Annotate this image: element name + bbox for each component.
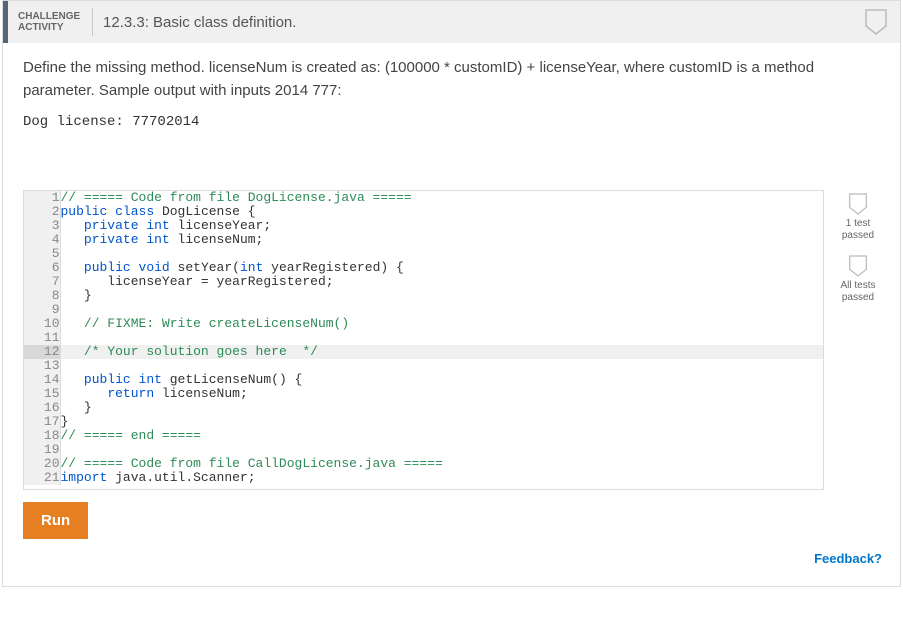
code-content[interactable]: public int getLicenseNum() { bbox=[60, 373, 823, 387]
status-column: 1 test passed All tests passed bbox=[824, 190, 884, 316]
line-number: 20 bbox=[24, 457, 60, 471]
activity-title: 12.3.3: Basic class definition. bbox=[103, 14, 864, 31]
activity-card: CHALLENGE ACTIVITY 12.3.3: Basic class d… bbox=[2, 0, 901, 587]
line-number: 3 bbox=[24, 219, 60, 233]
header-divider bbox=[92, 8, 93, 36]
all-tests-status: All tests passed bbox=[832, 254, 884, 304]
sample-output: Dog license: 77702014 bbox=[23, 114, 880, 130]
line-number: 6 bbox=[24, 261, 60, 275]
code-editor[interactable]: 1// ===== Code from file DogLicense.java… bbox=[23, 190, 824, 490]
line-number: 12 bbox=[24, 345, 60, 359]
code-line[interactable]: 19 bbox=[24, 443, 823, 457]
code-content[interactable]: import java.util.Scanner; bbox=[60, 471, 823, 485]
activity-type-line1: CHALLENGE bbox=[18, 11, 80, 22]
header-shield-icon bbox=[864, 8, 888, 36]
line-number: 9 bbox=[24, 303, 60, 317]
one-test-label: 1 test passed bbox=[832, 218, 884, 242]
activity-type-label: CHALLENGE ACTIVITY bbox=[18, 11, 88, 33]
code-line[interactable]: 15 return licenseNum; bbox=[24, 387, 823, 401]
all-tests-label: All tests passed bbox=[832, 280, 884, 304]
line-number: 11 bbox=[24, 331, 60, 345]
shield-icon bbox=[848, 254, 868, 278]
line-number: 16 bbox=[24, 401, 60, 415]
horizontal-scrollbar[interactable] bbox=[0, 587, 903, 602]
code-content[interactable]: /* Your solution goes here */ bbox=[60, 345, 823, 359]
one-test-status: 1 test passed bbox=[832, 192, 884, 242]
code-line[interactable]: 16 } bbox=[24, 401, 823, 415]
line-number: 4 bbox=[24, 233, 60, 247]
code-line[interactable]: 10 // FIXME: Write createLicenseNum() bbox=[24, 317, 823, 331]
shield-icon bbox=[848, 192, 868, 216]
line-number: 10 bbox=[24, 317, 60, 331]
line-number: 7 bbox=[24, 275, 60, 289]
code-line[interactable]: 17} bbox=[24, 415, 823, 429]
code-line[interactable]: 8 } bbox=[24, 289, 823, 303]
code-content[interactable] bbox=[60, 443, 823, 457]
code-content[interactable]: public class DogLicense { bbox=[60, 205, 823, 219]
code-line[interactable]: 11 bbox=[24, 331, 823, 345]
code-line[interactable]: 3 private int licenseYear; bbox=[24, 219, 823, 233]
code-line[interactable]: 13 bbox=[24, 359, 823, 373]
code-line[interactable]: 7 licenseYear = yearRegistered; bbox=[24, 275, 823, 289]
activity-header: CHALLENGE ACTIVITY 12.3.3: Basic class d… bbox=[3, 1, 900, 43]
code-line[interactable]: 20// ===== Code from file CallDogLicense… bbox=[24, 457, 823, 471]
activity-viewport: CHALLENGE ACTIVITY 12.3.3: Basic class d… bbox=[0, 0, 903, 640]
code-line[interactable]: 14 public int getLicenseNum() { bbox=[24, 373, 823, 387]
activity-type-line2: ACTIVITY bbox=[18, 22, 64, 33]
code-content[interactable]: // ===== Code from file DogLicense.java … bbox=[60, 191, 823, 205]
code-content[interactable]: public void setYear(int yearRegistered) … bbox=[60, 261, 823, 275]
code-line[interactable]: 21import java.util.Scanner; bbox=[24, 471, 823, 485]
line-number: 21 bbox=[24, 471, 60, 485]
line-number: 13 bbox=[24, 359, 60, 373]
code-content[interactable]: } bbox=[60, 289, 823, 303]
line-number: 5 bbox=[24, 247, 60, 261]
code-editor-scroll[interactable]: 1// ===== Code from file DogLicense.java… bbox=[24, 191, 823, 489]
code-line[interactable]: 2public class DogLicense { bbox=[24, 205, 823, 219]
run-button[interactable]: Run bbox=[23, 502, 88, 539]
line-number: 2 bbox=[24, 205, 60, 219]
line-number: 14 bbox=[24, 373, 60, 387]
code-content[interactable]: } bbox=[60, 401, 823, 415]
code-content[interactable] bbox=[60, 303, 823, 317]
code-line[interactable]: 1// ===== Code from file DogLicense.java… bbox=[24, 191, 823, 205]
problem-description: Define the missing method. licenseNum is… bbox=[23, 57, 880, 102]
line-number: 18 bbox=[24, 429, 60, 443]
code-content[interactable]: } bbox=[60, 415, 823, 429]
line-number: 1 bbox=[24, 191, 60, 205]
problem-area: Define the missing method. licenseNum is… bbox=[3, 43, 900, 190]
controls-row: Run bbox=[3, 490, 900, 539]
feedback-link[interactable]: Feedback? bbox=[3, 539, 900, 570]
code-line[interactable]: 12 /* Your solution goes here */ bbox=[24, 345, 823, 359]
line-number: 15 bbox=[24, 387, 60, 401]
line-number: 19 bbox=[24, 443, 60, 457]
code-content[interactable]: private int licenseNum; bbox=[60, 233, 823, 247]
code-content[interactable] bbox=[60, 331, 823, 345]
code-line[interactable]: 18// ===== end ===== bbox=[24, 429, 823, 443]
code-content[interactable] bbox=[60, 247, 823, 261]
code-content[interactable]: // ===== Code from file CallDogLicense.j… bbox=[60, 457, 823, 471]
code-line[interactable]: 4 private int licenseNum; bbox=[24, 233, 823, 247]
code-line[interactable]: 5 bbox=[24, 247, 823, 261]
code-content[interactable]: private int licenseYear; bbox=[60, 219, 823, 233]
code-content[interactable]: // ===== end ===== bbox=[60, 429, 823, 443]
line-number: 8 bbox=[24, 289, 60, 303]
line-number: 17 bbox=[24, 415, 60, 429]
code-line[interactable]: 9 bbox=[24, 303, 823, 317]
code-content[interactable]: licenseYear = yearRegistered; bbox=[60, 275, 823, 289]
code-content[interactable]: // FIXME: Write createLicenseNum() bbox=[60, 317, 823, 331]
code-table: 1// ===== Code from file DogLicense.java… bbox=[24, 191, 823, 485]
code-content[interactable] bbox=[60, 359, 823, 373]
code-content[interactable]: return licenseNum; bbox=[60, 387, 823, 401]
editor-row: 1// ===== Code from file DogLicense.java… bbox=[3, 190, 900, 490]
code-line[interactable]: 6 public void setYear(int yearRegistered… bbox=[24, 261, 823, 275]
